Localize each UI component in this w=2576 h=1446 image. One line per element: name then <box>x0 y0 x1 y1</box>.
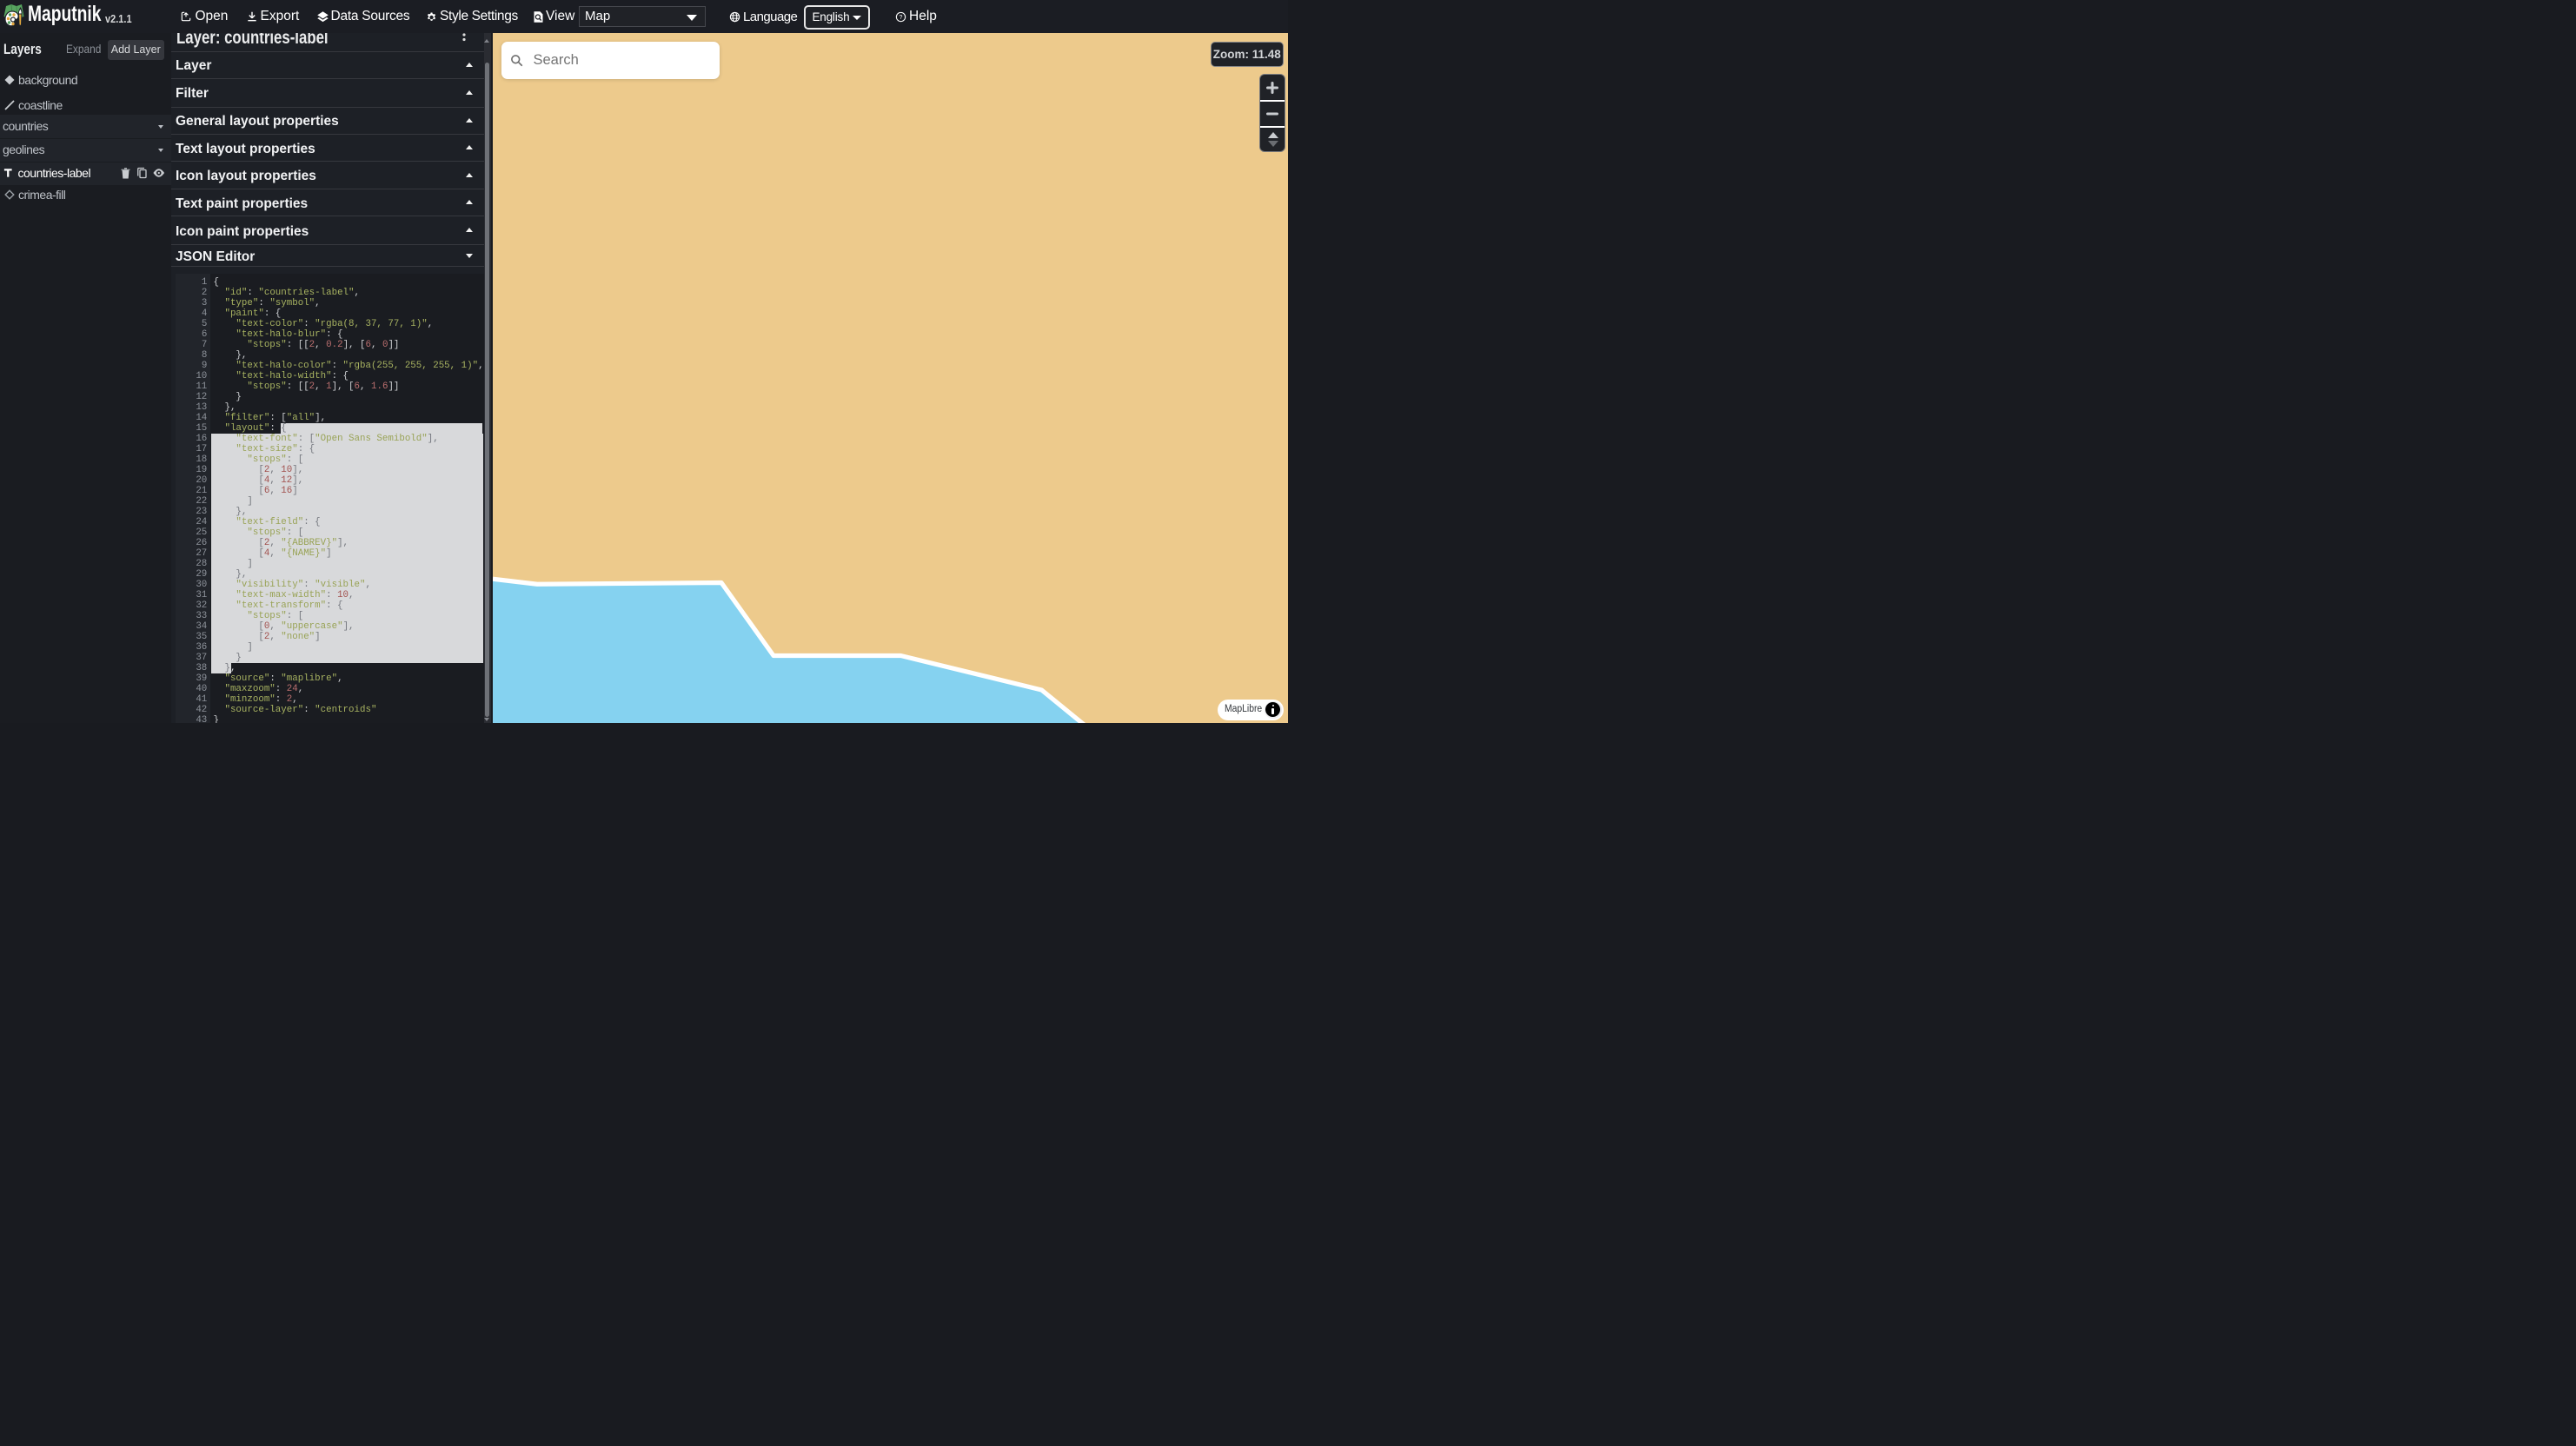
svg-text:?: ? <box>899 14 902 20</box>
